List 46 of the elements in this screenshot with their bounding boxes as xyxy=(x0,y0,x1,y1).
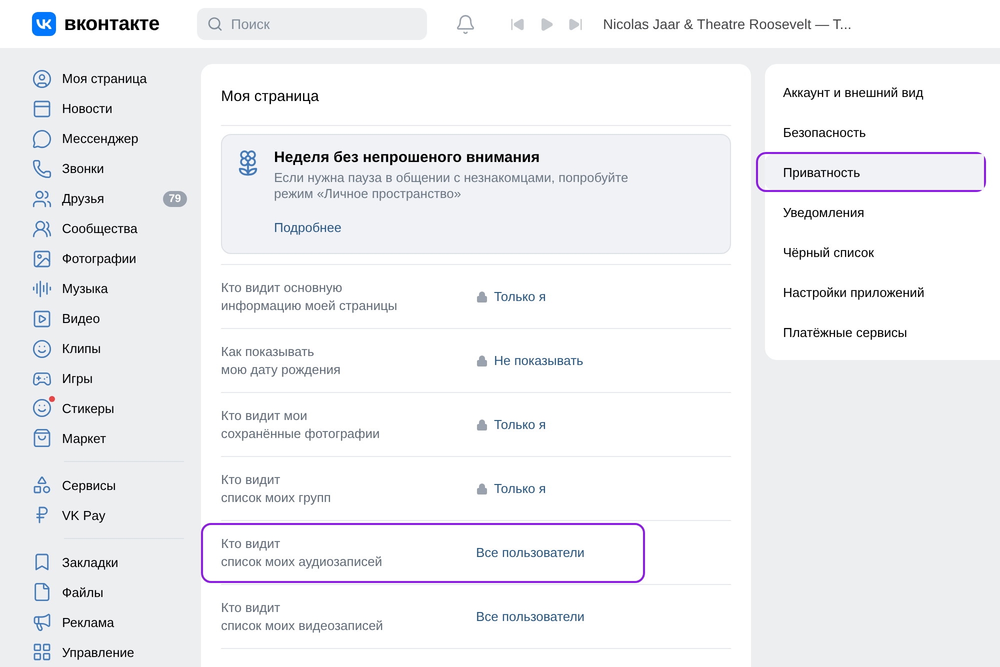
setting-label: Кто видит мои сохранённые фотографии xyxy=(221,406,381,442)
sidebar-item[interactable]: Файлы xyxy=(32,577,187,608)
now-playing-title[interactable]: Nicolas Jaar & Theatre Roosevelt — T... xyxy=(603,16,852,32)
sidebar-item[interactable]: Закладки xyxy=(32,547,187,578)
logo-text[interactable]: вконтакте xyxy=(64,12,160,36)
sidebar-item[interactable]: Моя страница xyxy=(32,64,187,94)
settings-menu-item[interactable]: Платёжные сервисы xyxy=(765,314,984,350)
settings-menu-item[interactable]: Настройки приложений xyxy=(765,274,984,310)
settings-menu-item[interactable]: Чёрный список xyxy=(765,234,984,270)
search-field[interactable]: Поиск xyxy=(197,8,427,40)
settings-menu-item[interactable]: Приватность xyxy=(765,154,984,190)
setting-label: Кто видит список моих групп xyxy=(221,470,332,506)
privacy-value-link[interactable]: Все пользователи xyxy=(476,545,585,560)
privacy-value-link[interactable]: Не показывать xyxy=(476,353,584,368)
sidebar-item[interactable]: Сервисы xyxy=(32,470,187,500)
setting-label: Как показывать мою дату рождения xyxy=(221,342,342,378)
setting-label: Кто видит список моих видеозаписей xyxy=(221,598,384,634)
settings-menu-item[interactable]: Безопасность xyxy=(765,114,984,150)
sidebar-item[interactable]: Видео xyxy=(32,304,187,334)
settings-menu-item[interactable]: Уведомления xyxy=(765,194,984,230)
sidebar-item[interactable]: Игры xyxy=(32,364,187,394)
setting-label: Кто видит список моих аудиозаписей xyxy=(221,534,384,570)
banner-title: Неделя без непрошеного внимания xyxy=(274,149,541,166)
sidebar-item[interactable]: Сообщества xyxy=(32,214,187,244)
sidebar-item[interactable]: Новости xyxy=(32,94,187,124)
sidebar-item[interactable]: Друзья 79 xyxy=(32,184,187,214)
more-link[interactable]: Подробнее xyxy=(274,220,342,235)
section-title: Моя страница xyxy=(221,64,731,126)
privacy-value-link[interactable]: Только я xyxy=(476,289,546,304)
sidebar-item[interactable]: Стикеры xyxy=(32,393,187,424)
sidebar-item[interactable]: Фотографии xyxy=(32,244,187,274)
sidebar-item[interactable]: Мессенджер xyxy=(32,124,187,154)
count-badge: 79 xyxy=(162,190,187,207)
settings-menu-item[interactable]: Аккаунт и внешний вид xyxy=(765,74,984,110)
sidebar-item[interactable]: Маркет xyxy=(32,423,187,454)
sidebar-item[interactable]: Звонки xyxy=(32,154,187,184)
sidebar-item[interactable]: Управление xyxy=(32,637,187,667)
privacy-value-link[interactable]: Все пользователи xyxy=(476,609,585,624)
privacy-value-link[interactable]: Только я xyxy=(476,481,546,496)
sidebar-item[interactable]: Клипы xyxy=(32,334,187,364)
banner-text: Если нужна пауза в общении с незнакомцами, попробуйте режим «Личное пространство» xyxy=(274,170,630,202)
privacy-value-link[interactable]: Только я xyxy=(476,417,546,432)
sidebar-item[interactable]: Реклама xyxy=(32,607,187,638)
setting-label: Кто видит основную информацию моей страницы xyxy=(221,278,398,314)
sidebar-item[interactable]: VK Pay xyxy=(32,500,187,530)
sidebar-item[interactable]: Музыка xyxy=(32,274,187,304)
